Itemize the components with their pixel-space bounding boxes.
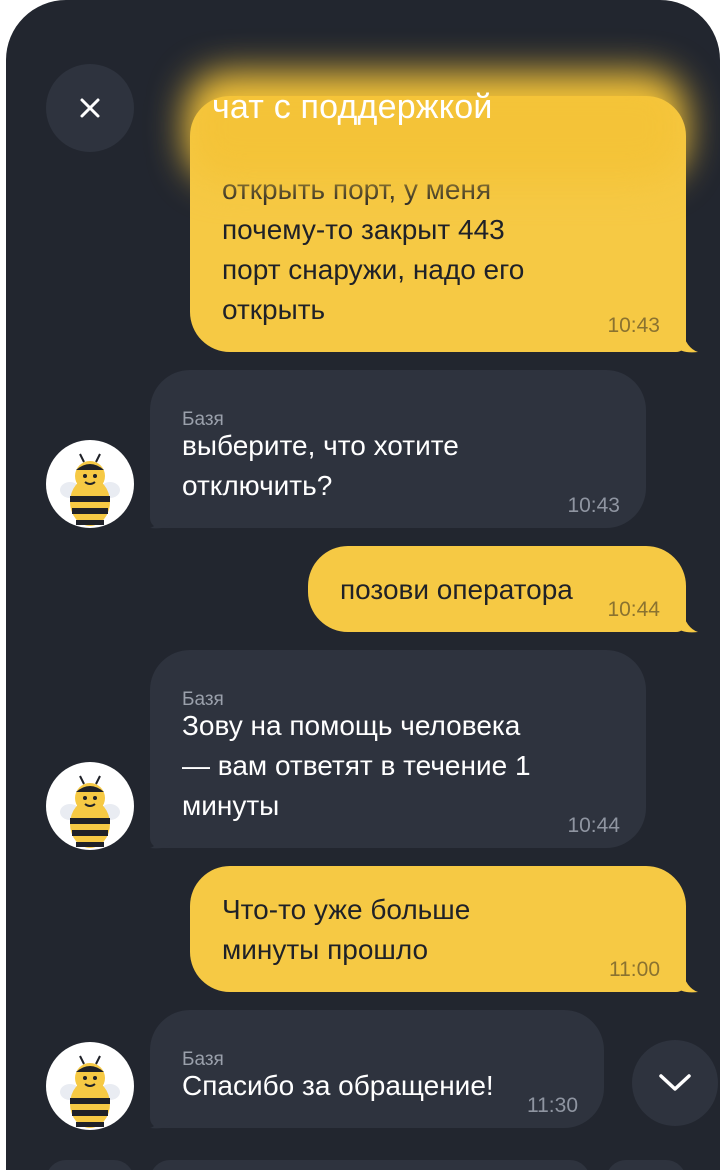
- message-time: 11:00: [609, 958, 660, 981]
- bee-avatar-icon: [46, 1042, 134, 1130]
- message-time: 10:43: [567, 494, 620, 517]
- message-time: 10:43: [607, 314, 660, 337]
- scroll-down-button[interactable]: [632, 1040, 718, 1126]
- message-text: Спасибо за обращение!: [182, 1070, 494, 1101]
- message-text: позови оператора: [340, 574, 573, 605]
- next-message-peek: [46, 1160, 134, 1170]
- message-bubble-bot: Базя Зову на помощь человека — вам ответ…: [150, 650, 646, 848]
- message-bubble-bot: Базя выберите, что хотите отключить? 10:…: [150, 370, 646, 528]
- bubble-tail: [150, 826, 174, 849]
- chevron-down-icon: [659, 1074, 691, 1091]
- next-message-peek: [606, 1160, 686, 1170]
- message-time: 10:44: [567, 814, 620, 837]
- message-bubble-user: позови оператора 10:44: [308, 546, 686, 632]
- bubble-tail: [674, 610, 698, 633]
- message-bubble-bot: Базя Спасибо за обращение! 11:30: [150, 1010, 604, 1128]
- bubble-tail: [150, 506, 174, 529]
- message-text: открыть порт, у меня почему-то закрыт 44…: [222, 174, 525, 325]
- message-bubble-user: Что-то уже больше минуты прошло 11:00: [190, 866, 686, 992]
- message-text: Что-то уже больше минуты прошло: [222, 894, 471, 965]
- close-button[interactable]: [46, 64, 134, 152]
- bee-avatar-icon: [46, 440, 134, 528]
- chat-screen: открыть порт, у меня почему-то закрыт 44…: [6, 0, 720, 1170]
- message-text: Зову на помощь человека — вам ответят в …: [182, 710, 531, 821]
- message-time: 10:44: [607, 598, 660, 621]
- bubble-tail: [674, 330, 698, 353]
- bubble-tail: [150, 1106, 174, 1129]
- message-time: 11:30: [527, 1094, 578, 1117]
- bee-avatar-icon: [46, 762, 134, 850]
- page-title: чат с поддержкой: [212, 88, 493, 126]
- next-message-peek: [150, 1160, 590, 1170]
- bubble-tail: [674, 970, 698, 993]
- message-text: выберите, что хотите отключить?: [182, 430, 459, 501]
- close-icon: [80, 98, 100, 118]
